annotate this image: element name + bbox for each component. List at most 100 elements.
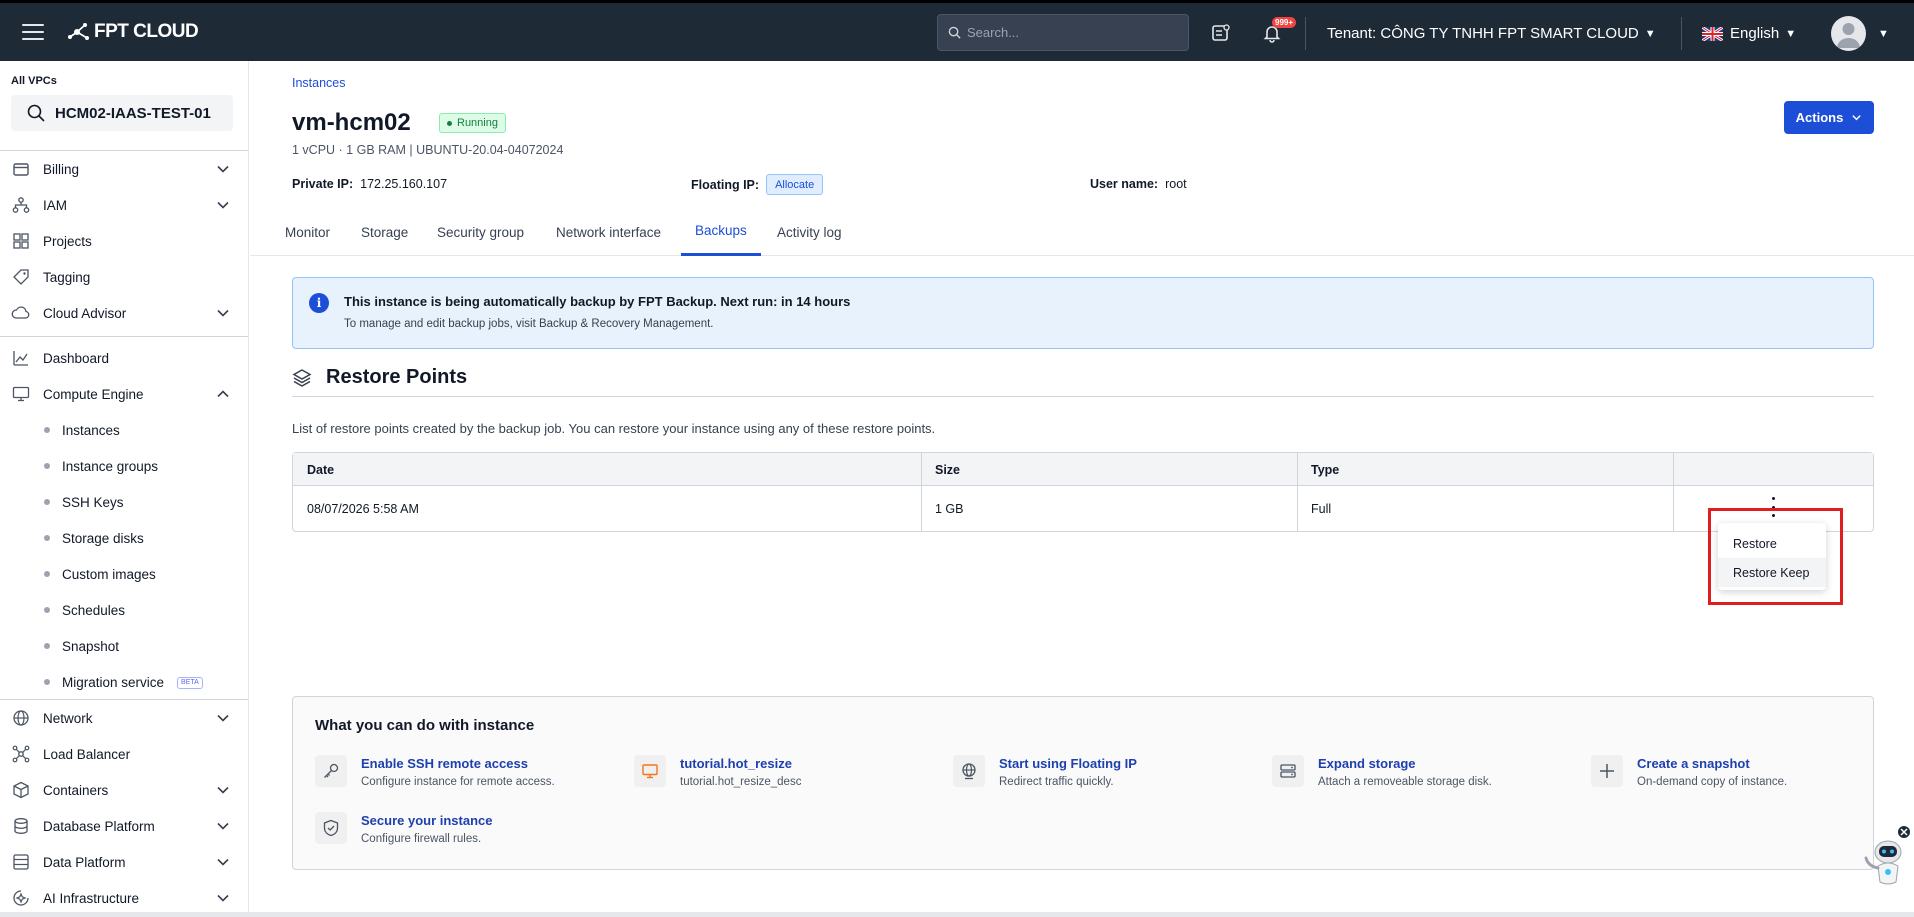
backup-info-alert: i This instance is being automatically b… xyxy=(292,277,1874,349)
private-ip-row: Private IP: 172.25.160.107 xyxy=(292,177,447,191)
menu-toggle-icon[interactable] xyxy=(22,24,44,40)
sidebar-item-projects[interactable]: Projects xyxy=(0,226,248,256)
sidebar-subitem-ssh-keys[interactable]: SSH Keys xyxy=(0,488,248,516)
sidebar-item-label: Tagging xyxy=(43,269,91,285)
sidebar-item-data-platform[interactable]: Data Platform xyxy=(0,847,248,877)
data-platform-icon xyxy=(11,852,31,872)
divider xyxy=(0,699,248,700)
notification-badge: 999+ xyxy=(1272,17,1297,28)
vpc-selector[interactable]: HCM02-IAAS-TEST-01 xyxy=(11,95,233,131)
sidebar-item-compute-engine[interactable]: Compute Engine xyxy=(0,379,248,409)
search-input[interactable] xyxy=(967,25,1167,40)
status-text: Running xyxy=(457,117,498,129)
sidebar-item-label: Compute Engine xyxy=(43,386,144,402)
tenant-selector[interactable]: Tenant: CÔNG TY TNHH FPT SMART CLOUD ▼ xyxy=(1327,3,1656,64)
sidebar-item-cloud-advisor[interactable]: Cloud Advisor xyxy=(0,298,248,328)
todo-item-desc: tutorial.hot_resize_desc xyxy=(680,776,802,788)
chatbot-widget[interactable] xyxy=(1860,826,1910,890)
sidebar-item-database-platform[interactable]: Database Platform xyxy=(0,811,248,841)
iam-icon xyxy=(11,195,31,215)
private-ip-label: Private IP: xyxy=(292,177,354,191)
user-menu[interactable]: ▼ xyxy=(1831,3,1889,64)
sidebar-item-tagging[interactable]: Tagging xyxy=(0,262,248,292)
sidebar-item-iam[interactable]: IAM xyxy=(0,190,248,220)
tab-storage[interactable]: Storage xyxy=(361,208,408,256)
tab-security-group[interactable]: Security group xyxy=(437,208,524,256)
sidebar-subitem-storage-disks[interactable]: Storage disks xyxy=(0,524,248,552)
tab-monitor[interactable]: Monitor xyxy=(285,208,330,256)
todo-item-ssh[interactable]: Enable SSH remote access Configure instan… xyxy=(315,755,555,795)
panel-title: What you can do with instance xyxy=(315,717,535,734)
todo-item-floating-ip[interactable]: Start using Floating IP Redirect traffic … xyxy=(953,755,1137,795)
ai-icon xyxy=(11,888,31,908)
notifications-bell-icon[interactable]: 999+ xyxy=(1260,17,1297,45)
sidebar-subitem-schedules[interactable]: Schedules xyxy=(0,596,248,624)
tasks-icon[interactable] xyxy=(1209,21,1233,45)
sidebar-subitem-migration-service[interactable]: Migration service BETA xyxy=(0,668,248,696)
bullet xyxy=(44,427,50,433)
main-content: Instances vm-hcm02 Running 1 vCPU · 1 GB… xyxy=(250,61,1914,917)
user-icon xyxy=(1837,23,1860,48)
search-box[interactable] xyxy=(937,14,1189,51)
language-label: English xyxy=(1730,25,1780,42)
sidebar-subitem-snapshot[interactable]: Snapshot xyxy=(0,632,248,660)
logo[interactable]: FPT CLOUD xyxy=(66,21,199,43)
sidebar-item-load-balancer[interactable]: Load Balancer xyxy=(0,739,248,769)
column-header-size: Size xyxy=(935,462,961,477)
chevron-up-icon xyxy=(217,390,229,398)
todo-item-title[interactable]: Expand storage xyxy=(1318,756,1492,771)
divider xyxy=(0,336,248,337)
bullet xyxy=(44,607,50,613)
todo-item-title[interactable]: tutorial.hot_resize xyxy=(680,756,801,771)
billing-icon xyxy=(11,159,31,179)
chevron-down-icon xyxy=(217,309,229,317)
todo-item-title[interactable]: Enable SSH remote access xyxy=(361,756,555,771)
tab-backups[interactable]: Backups xyxy=(681,208,761,256)
chevron-down-icon xyxy=(217,201,229,209)
tab-activity-log[interactable]: Activity log xyxy=(777,208,842,256)
tab-network-interface[interactable]: Network interface xyxy=(556,208,661,256)
todo-item-title[interactable]: Secure your instance xyxy=(361,813,493,828)
database-icon xyxy=(11,816,31,836)
todo-item-desc: On-demand copy of instance. xyxy=(1637,776,1788,788)
tenant-name: CÔNG TY TNHH FPT SMART CLOUD xyxy=(1380,25,1639,42)
beta-badge: BETA xyxy=(177,677,203,689)
divider xyxy=(1305,17,1306,50)
sidebar-subitem-label: SSH Keys xyxy=(62,494,124,510)
sidebar-subitem-label: Migration service xyxy=(62,674,165,690)
todo-item-title[interactable]: Start using Floating IP xyxy=(999,756,1137,771)
globe-icon xyxy=(11,708,31,728)
sidebar-subitem-instances[interactable]: Instances xyxy=(0,416,248,444)
status-badge: Running xyxy=(439,113,506,133)
sidebar-subitem-label: Storage disks xyxy=(62,530,144,546)
todo-item-create-snapshot[interactable]: Create a snapshot On-demand copy of insta… xyxy=(1591,755,1787,795)
status-dot xyxy=(447,120,452,126)
table-header: Date Size Type xyxy=(293,453,1873,486)
tag-icon xyxy=(11,267,31,287)
sidebar-item-dashboard[interactable]: Dashboard xyxy=(0,343,248,373)
page-title: vm-hcm02 xyxy=(292,109,411,136)
actions-button[interactable]: Actions xyxy=(1784,101,1874,134)
layers-icon xyxy=(292,368,312,387)
cell-date: 08/07/2026 5:58 AM xyxy=(307,501,419,516)
todo-item-hot-resize[interactable]: tutorial.hot_resize tutorial.hot_resize_d… xyxy=(634,755,801,795)
cloud-icon xyxy=(11,303,31,323)
vpc-label: All VPCs xyxy=(11,75,57,87)
todo-item-secure[interactable]: Secure your instance Configure firewall r… xyxy=(315,812,493,852)
todo-item-desc: Redirect traffic quickly. xyxy=(999,776,1114,788)
breadcrumb-instances[interactable]: Instances xyxy=(292,76,346,90)
username-value: root xyxy=(1165,177,1187,191)
sidebar-subitem-custom-images[interactable]: Custom images xyxy=(0,560,248,588)
column-header-type: Type xyxy=(1311,462,1340,477)
bullet xyxy=(44,643,50,649)
todo-item-title[interactable]: Create a snapshot xyxy=(1637,756,1787,771)
sidebar-item-billing[interactable]: Billing xyxy=(0,154,248,184)
sidebar-item-ai-infrastructure[interactable]: AI Infrastructure xyxy=(0,883,248,913)
sidebar-item-containers[interactable]: Containers xyxy=(0,775,248,805)
language-selector[interactable]: English ▼ xyxy=(1702,3,1796,64)
sidebar-item-network[interactable]: Network xyxy=(0,703,248,733)
todo-item-expand-storage[interactable]: Expand storage Attach a removeable storag… xyxy=(1272,755,1492,795)
allocate-button[interactable]: Allocate xyxy=(766,174,824,195)
private-ip-value: 172.25.160.107 xyxy=(360,177,448,191)
sidebar-subitem-instance-groups[interactable]: Instance groups xyxy=(0,452,248,480)
